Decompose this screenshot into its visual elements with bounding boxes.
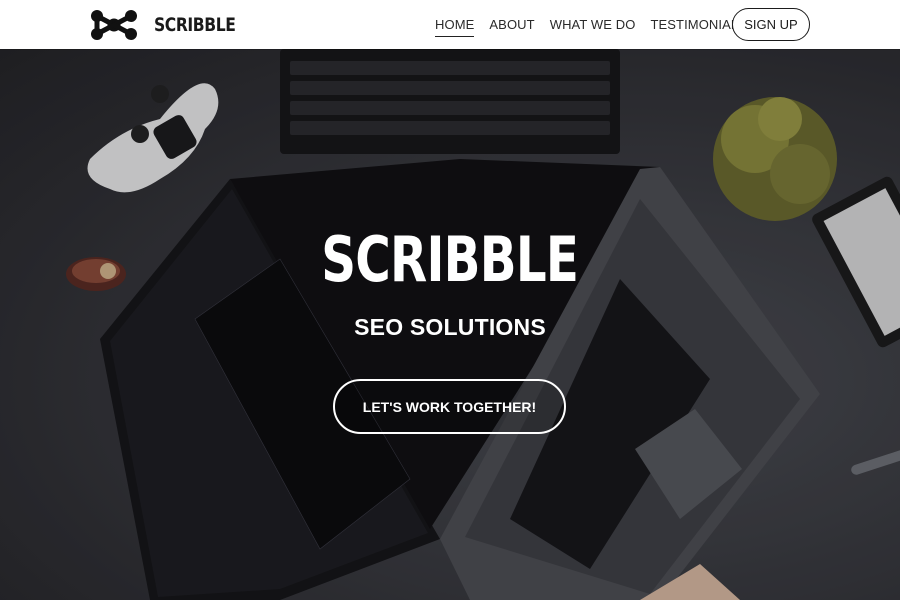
signup-button[interactable]: SIGN UP bbox=[732, 8, 810, 41]
linked-nodes-logo-icon bbox=[91, 10, 137, 40]
nav-what-we-do[interactable]: WHAT WE DO bbox=[550, 13, 636, 36]
hero-subtitle: SEO SOLUTIONS bbox=[354, 314, 546, 340]
cta-button[interactable]: LET'S WORK TOGETHER! bbox=[333, 379, 566, 434]
nav-about[interactable]: ABOUT bbox=[489, 13, 534, 36]
main-nav: HOME ABOUT WHAT WE DO TESTIMONIALS bbox=[435, 0, 762, 49]
hero-section: SCRIBBLE SEO SOLUTIONS LET'S WORK TOGETH… bbox=[0, 49, 900, 600]
hero-title-text: SCRIBBLE bbox=[321, 223, 580, 296]
brand-name: SCRIBBLE bbox=[154, 14, 236, 36]
nav-home[interactable]: HOME bbox=[435, 13, 475, 37]
site-header: SCRIBBLE HOME ABOUT WHAT WE DO TESTIMONI… bbox=[0, 0, 900, 49]
brand[interactable]: SCRIBBLE bbox=[88, 6, 253, 44]
hero-title: SCRIBBLE bbox=[0, 223, 900, 296]
